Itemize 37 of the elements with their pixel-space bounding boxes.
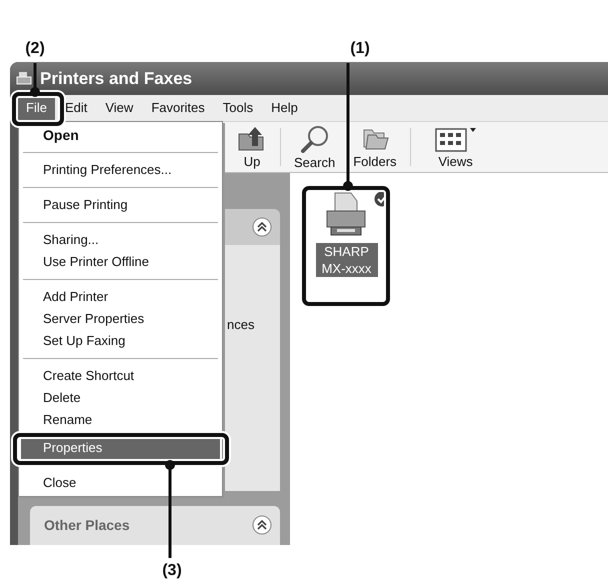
window-title: Printers and Faxes (40, 68, 192, 88)
menu-item[interactable]: File (18, 96, 55, 120)
toolbar-button[interactable]: Views (414, 122, 497, 172)
leader-line (29, 63, 41, 98)
callout-label: (2) (24, 40, 46, 58)
menu-option[interactable]: Create Shortcut (21, 365, 220, 387)
collapse-chevron-icon[interactable] (252, 217, 272, 238)
menu-option[interactable]: Sharing... (21, 229, 220, 251)
menu-item[interactable]: Favorites (143, 96, 213, 120)
menu-item[interactable]: Tools (214, 96, 262, 120)
collapse-chevron-icon[interactable] (252, 515, 272, 536)
menu-option[interactable]: Printing Preferences... (21, 159, 220, 181)
menu-option[interactable]: Add Printer (21, 286, 220, 308)
task-link[interactable]: nces (227, 317, 254, 332)
menu-option[interactable]: Properties (21, 437, 220, 459)
menu-item[interactable]: Edit (56, 96, 96, 120)
panel-title: Other Places (44, 517, 130, 534)
menu-option[interactable]: Pause Printing (21, 194, 220, 216)
views-icon (434, 126, 477, 152)
callout-label: (1) (349, 40, 371, 58)
menu-item[interactable]: Help (263, 96, 306, 120)
menu-option[interactable]: Server Properties (21, 308, 220, 330)
printer-label[interactable]: SHARP MX-xxxx (316, 243, 378, 277)
search-icon (300, 124, 330, 152)
menu-option[interactable]: Rename (21, 409, 220, 431)
menu-option[interactable]: Delete (21, 387, 220, 409)
toolbar-button[interactable]: Folders (344, 122, 406, 172)
callout-label: (3) (161, 562, 183, 580)
menu-option[interactable]: Close (21, 472, 220, 494)
printer-window-icon (16, 70, 34, 88)
menu-option[interactable]: Set Up Faxing (21, 330, 220, 352)
callout-frame (12, 92, 64, 126)
menu-item[interactable]: View (97, 96, 142, 120)
toolbar-button[interactable]: Search (285, 122, 344, 172)
toolbar-button[interactable]: Up (228, 122, 276, 172)
menu-option[interactable]: Use Printer Offline (21, 251, 220, 273)
menu-option[interactable]: Open (21, 124, 220, 146)
